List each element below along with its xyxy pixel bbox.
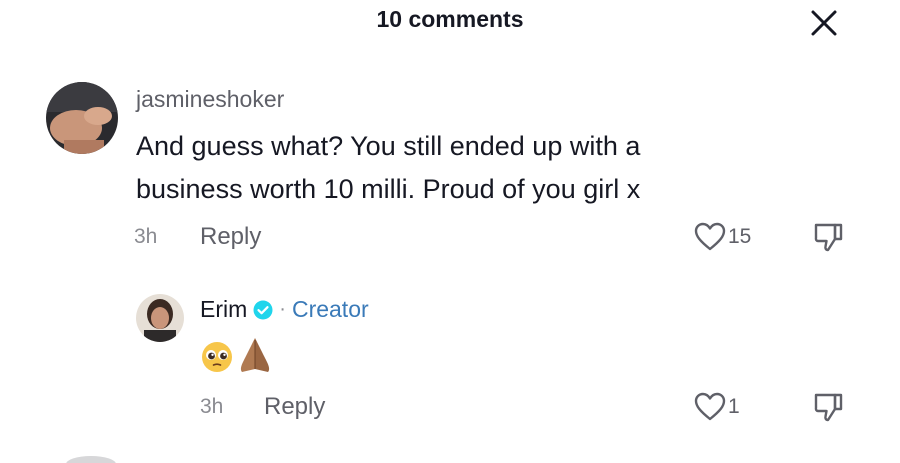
comment-text-line: And guess what? You still ended up with … (136, 131, 641, 161)
comment-text: And guess what? You still ended up with … (136, 125, 776, 211)
separator-dot: · (279, 298, 286, 320)
heart-icon (694, 392, 726, 421)
heart-icon (694, 222, 726, 251)
dislike-button[interactable] (811, 390, 845, 429)
comment-timestamp: 3h (134, 225, 158, 248)
dislike-button[interactable] (811, 220, 845, 259)
avatar[interactable] (46, 82, 118, 154)
verified-badge-icon (253, 300, 273, 319)
reply-username[interactable]: Erim (200, 296, 247, 323)
reply-button[interactable]: Reply (200, 223, 261, 251)
avatar[interactable] (136, 294, 184, 342)
like-button[interactable]: 15 (694, 222, 751, 252)
folded-hands-emoji (240, 338, 270, 372)
reply-timestamp: 3h (200, 395, 224, 418)
creator-badge: Creator (291, 296, 369, 322)
comments-count-title: 10 comments (376, 6, 524, 32)
comment-text-line: business worth 10 milli. Proud of you gi… (136, 174, 641, 204)
reply-button[interactable]: Reply (264, 393, 325, 421)
thumbs-down-icon (814, 223, 843, 252)
comment-username[interactable]: jasmineshoker (136, 86, 284, 113)
close-button[interactable] (806, 5, 842, 41)
pleading-face-emoji (202, 342, 232, 372)
thumbs-down-icon (814, 393, 843, 422)
like-count: 1 (728, 395, 740, 418)
close-icon (811, 10, 837, 36)
reply-username-row: Erim · Creator (200, 296, 369, 323)
next-comment-avatar-peek (66, 456, 116, 463)
like-button[interactable]: 1 (694, 392, 740, 422)
like-count: 15 (728, 225, 752, 248)
reply-text (200, 336, 272, 374)
